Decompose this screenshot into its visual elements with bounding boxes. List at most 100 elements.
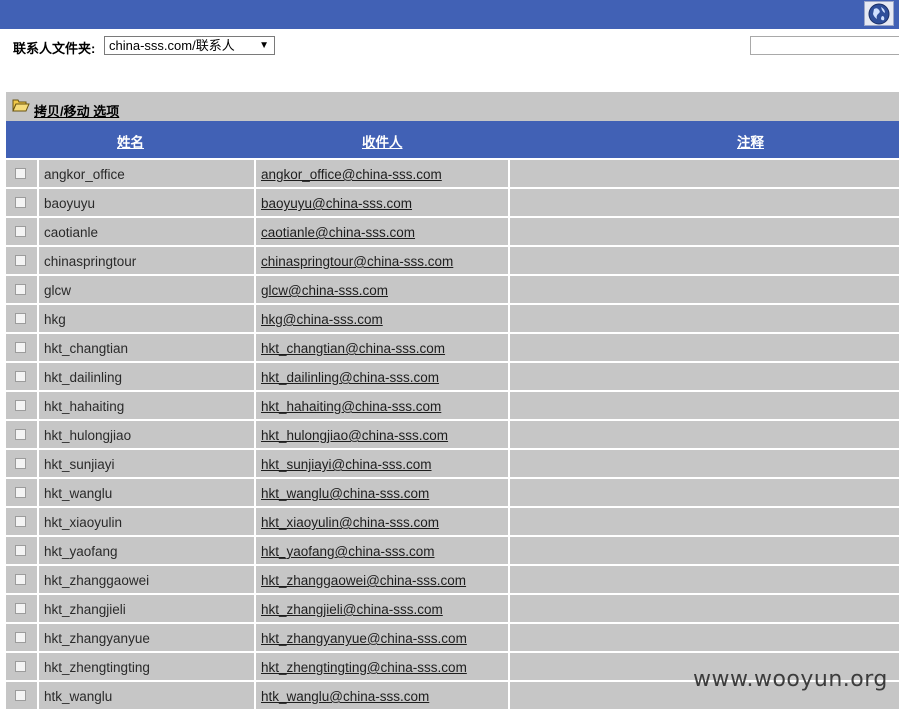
- contact-email-link[interactable]: hkt_wanglu@china-sss.com: [261, 486, 429, 501]
- contact-list: angkor_office angkor_office@china-sss.co…: [6, 158, 899, 709]
- contact-email-link[interactable]: hkt_yaofang@china-sss.com: [261, 544, 435, 559]
- row-checkbox[interactable]: [15, 313, 26, 324]
- name-cell: hkt_hulongjiao: [39, 421, 254, 448]
- name-cell: hkt_dailinling: [39, 363, 254, 390]
- note-cell: [510, 160, 899, 187]
- note-cell: [510, 189, 899, 216]
- row-checkbox[interactable]: [15, 690, 26, 701]
- table-header: 姓名 收件人 注释: [6, 121, 899, 158]
- row-checkbox[interactable]: [15, 516, 26, 527]
- contact-email-link[interactable]: hkt_xiaoyulin@china-sss.com: [261, 515, 439, 530]
- row-checkbox[interactable]: [15, 371, 26, 382]
- contact-email-link[interactable]: caotianle@china-sss.com: [261, 225, 415, 240]
- email-cell: chinaspringtour@china-sss.com: [256, 247, 508, 274]
- table-row: hkg hkg@china-sss.com: [6, 303, 899, 332]
- row-checkbox[interactable]: [15, 255, 26, 266]
- table-row: hkt_hulongjiao hkt_hulongjiao@china-sss.…: [6, 419, 899, 448]
- checkbox-cell: [6, 479, 37, 506]
- folder-select-value: china-sss.com/联系人: [109, 38, 235, 53]
- row-checkbox[interactable]: [15, 226, 26, 237]
- row-checkbox[interactable]: [15, 197, 26, 208]
- sort-by-note-link[interactable]: 注释: [737, 131, 764, 151]
- contact-email-link[interactable]: hkt_zhangyanyue@china-sss.com: [261, 631, 467, 646]
- row-checkbox[interactable]: [15, 168, 26, 179]
- top-bar: [0, 0, 899, 29]
- note-cell: [510, 363, 899, 390]
- contact-email-link[interactable]: hkg@china-sss.com: [261, 312, 383, 327]
- row-checkbox[interactable]: [15, 487, 26, 498]
- checkbox-cell: [6, 276, 37, 303]
- email-cell: hkt_changtian@china-sss.com: [256, 334, 508, 361]
- contact-name: hkt_wanglu: [44, 486, 113, 501]
- email-cell: baoyuyu@china-sss.com: [256, 189, 508, 216]
- email-cell: htk_wanglu@china-sss.com: [256, 682, 508, 709]
- contact-email-link[interactable]: hkt_sunjiayi@china-sss.com: [261, 457, 432, 472]
- name-cell: hkt_hahaiting: [39, 392, 254, 419]
- checkbox-cell: [6, 218, 37, 245]
- contact-email-link[interactable]: chinaspringtour@china-sss.com: [261, 254, 453, 269]
- contact-email-link[interactable]: hkt_hahaiting@china-sss.com: [261, 399, 441, 414]
- row-checkbox[interactable]: [15, 429, 26, 440]
- table-row: chinaspringtour chinaspringtour@china-ss…: [6, 245, 899, 274]
- copy-move-options-link[interactable]: 拷贝/移动 选项: [34, 101, 119, 120]
- contact-email-link[interactable]: hkt_zhanggaowei@china-sss.com: [261, 573, 466, 588]
- note-cell: [510, 392, 899, 419]
- contact-email-link[interactable]: hkt_changtian@china-sss.com: [261, 341, 445, 356]
- contact-email-link[interactable]: hkt_zhengtingting@china-sss.com: [261, 660, 467, 675]
- sort-by-name-link[interactable]: 姓名: [117, 131, 144, 151]
- row-checkbox[interactable]: [15, 458, 26, 469]
- row-checkbox[interactable]: [15, 574, 26, 585]
- name-cell: hkt_zhangjieli: [39, 595, 254, 622]
- email-cell: hkt_wanglu@china-sss.com: [256, 479, 508, 506]
- checkbox-cell: [6, 421, 37, 448]
- contact-email-link[interactable]: angkor_office@china-sss.com: [261, 167, 442, 182]
- email-cell: hkt_xiaoyulin@china-sss.com: [256, 508, 508, 535]
- email-cell: hkg@china-sss.com: [256, 305, 508, 332]
- table-row: hkt_changtian hkt_changtian@china-sss.co…: [6, 332, 899, 361]
- checkbox-cell: [6, 537, 37, 564]
- search-input[interactable]: [750, 36, 899, 55]
- table-row: hkt_hahaiting hkt_hahaiting@china-sss.co…: [6, 390, 899, 419]
- name-cell: hkt_zhanggaowei: [39, 566, 254, 593]
- contact-name: hkt_hahaiting: [44, 399, 125, 414]
- checkbox-cell: [6, 566, 37, 593]
- contact-email-link[interactable]: htk_wanglu@china-sss.com: [261, 689, 429, 704]
- row-checkbox[interactable]: [15, 342, 26, 353]
- row-checkbox[interactable]: [15, 603, 26, 614]
- globe-button[interactable]: [864, 1, 894, 26]
- note-cell: [510, 276, 899, 303]
- name-cell: chinaspringtour: [39, 247, 254, 274]
- contact-name: hkg: [44, 312, 66, 327]
- name-cell: angkor_office: [39, 160, 254, 187]
- row-checkbox[interactable]: [15, 400, 26, 411]
- contact-name: hkt_zhangjieli: [44, 602, 126, 617]
- dropdown-arrow-icon: ▼: [259, 40, 269, 51]
- contact-email-link[interactable]: hkt_zhangjieli@china-sss.com: [261, 602, 443, 617]
- checkbox-cell: [6, 653, 37, 680]
- row-checkbox[interactable]: [15, 632, 26, 643]
- row-checkbox[interactable]: [15, 545, 26, 556]
- checkbox-cell: [6, 392, 37, 419]
- name-cell: htk_wanglu: [39, 682, 254, 709]
- contact-email-link[interactable]: baoyuyu@china-sss.com: [261, 196, 412, 211]
- table-row: hkt_zhanggaowei hkt_zhanggaowei@china-ss…: [6, 564, 899, 593]
- table-row: hkt_yaofang hkt_yaofang@china-sss.com: [6, 535, 899, 564]
- note-cell: [510, 421, 899, 448]
- note-cell: [510, 566, 899, 593]
- row-checkbox[interactable]: [15, 284, 26, 295]
- email-cell: hkt_hulongjiao@china-sss.com: [256, 421, 508, 448]
- name-cell: baoyuyu: [39, 189, 254, 216]
- checkbox-cell: [6, 189, 37, 216]
- contact-email-link[interactable]: glcw@china-sss.com: [261, 283, 388, 298]
- sort-by-recipient-link[interactable]: 收件人: [362, 131, 403, 151]
- note-cell: [510, 218, 899, 245]
- row-checkbox[interactable]: [15, 661, 26, 672]
- checkbox-cell: [6, 363, 37, 390]
- table-row: caotianle caotianle@china-sss.com: [6, 216, 899, 245]
- contact-email-link[interactable]: hkt_dailinling@china-sss.com: [261, 370, 439, 385]
- folder-select[interactable]: china-sss.com/联系人 ▼: [104, 36, 275, 55]
- contact-name: hkt_hulongjiao: [44, 428, 132, 443]
- email-cell: glcw@china-sss.com: [256, 276, 508, 303]
- note-cell: [510, 247, 899, 274]
- contact-email-link[interactable]: hkt_hulongjiao@china-sss.com: [261, 428, 448, 443]
